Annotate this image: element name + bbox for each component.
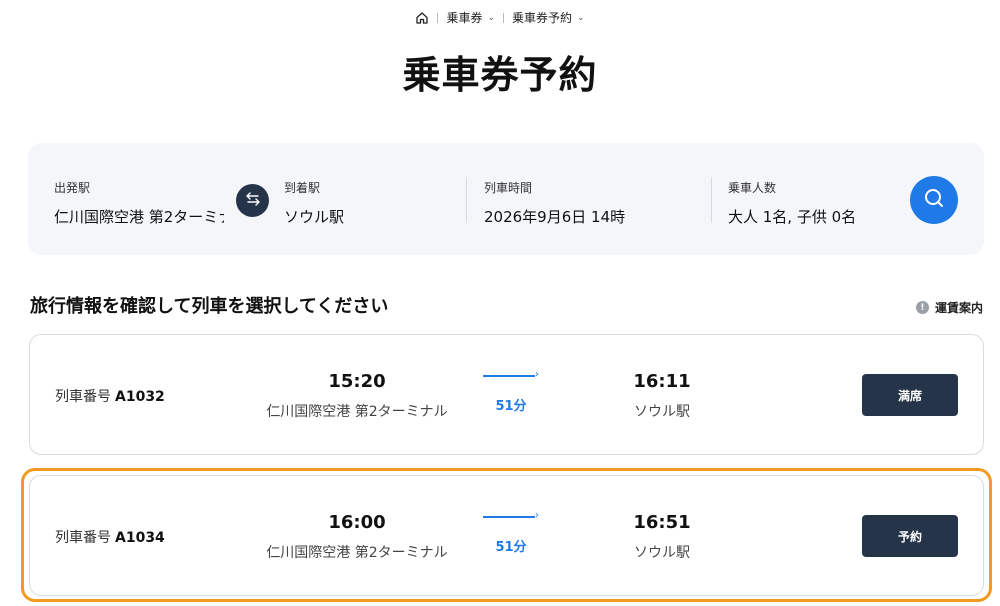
arrival-block: 16:51 ソウル駅: [601, 512, 723, 562]
arrow-right-icon: ›: [483, 370, 539, 381]
arrival-time: 16:11: [633, 371, 691, 392]
train-time-value: 2026年9月6日 14時: [484, 208, 626, 226]
departure-value: 仁川国際空港 第2ターミナル: [54, 208, 224, 226]
swap-stations-button[interactable]: [236, 184, 269, 217]
breadcrumb-item-ticket[interactable]: 乗車券 ⌄: [446, 9, 495, 26]
departure-time: 16:00: [328, 512, 386, 533]
search-button[interactable]: [910, 176, 958, 224]
field-divider: [711, 177, 712, 223]
train-number-label: 列車番号: [55, 389, 111, 405]
chevron-down-icon: ⌄: [487, 12, 495, 23]
train-card[interactable]: 列車番号 A1034 16:00 仁川国際空港 第2ターミナル › 51分 16:…: [29, 475, 984, 596]
search-icon: [923, 187, 945, 213]
breadcrumb-item-label: 乗車券: [446, 11, 483, 25]
train-number-value: A1034: [115, 530, 165, 546]
breadcrumb-item-label: 乗車券予約: [512, 11, 573, 25]
home-icon[interactable]: [415, 11, 429, 25]
sold-out-button[interactable]: 満席: [862, 374, 958, 416]
breadcrumb-separator: [437, 12, 439, 23]
arrival-block: 16:11 ソウル駅: [601, 371, 723, 421]
arrival-time: 16:51: [633, 512, 691, 533]
arrow-right-icon: ›: [483, 511, 539, 522]
train-time-label: 列車時間: [484, 181, 533, 195]
train-time-field[interactable]: 列車時間 2026年9月6日 14時: [484, 179, 684, 227]
arrival-label: 到着駅: [284, 181, 321, 195]
passenger-count-label: 乗車人数: [728, 181, 777, 195]
duration: 51分: [495, 399, 527, 414]
duration-block: › 51分: [481, 370, 541, 414]
train-number: 列車番号 A1034: [55, 527, 165, 547]
arrival-station: ソウル駅: [634, 545, 690, 561]
train-card[interactable]: 列車番号 A1032 15:20 仁川国際空港 第2ターミナル › 51分 16:…: [29, 334, 984, 455]
field-divider: [466, 177, 467, 223]
departure-station-field[interactable]: 出発駅 仁川国際空港 第2ターミナル: [54, 179, 224, 227]
arrival-station: ソウル駅: [634, 404, 690, 420]
results-heading: 旅行情報を確認して列車を選択してください: [30, 296, 389, 317]
fare-info-label: 運賃案内: [934, 301, 983, 315]
duration-block: › 51分: [481, 511, 541, 555]
train-number-label: 列車番号: [55, 530, 111, 546]
train-number: 列車番号 A1032: [55, 386, 165, 406]
departure-station: 仁川国際空港 第2ターミナル: [266, 404, 448, 420]
swap-arrows-icon: [245, 191, 261, 211]
fare-info-link[interactable]: ! 運賃案内: [915, 299, 983, 316]
departure-label: 出発駅: [54, 181, 91, 195]
duration: 51分: [495, 540, 527, 555]
departure-block: 16:00 仁川国際空港 第2ターミナル: [261, 512, 453, 562]
search-panel: 出発駅 仁川国際空港 第2ターミナル 到着駅 ソウル駅 列車時間 2026年9月…: [28, 143, 984, 255]
breadcrumb-separator: [503, 12, 504, 23]
departure-station: 仁川国際空港 第2ターミナル: [266, 545, 448, 561]
info-icon: !: [915, 301, 929, 314]
breadcrumb: 乗車券 ⌄ 乗車券予約 ⌄: [0, 9, 1000, 26]
departure-block: 15:20 仁川国際空港 第2ターミナル: [261, 371, 453, 421]
page-title: 乗車券予約: [402, 53, 598, 97]
passenger-count-field[interactable]: 乗車人数 大人 1名, 子供 0名: [728, 179, 888, 227]
arrival-value: ソウル駅: [284, 208, 345, 226]
train-number-value: A1032: [115, 389, 165, 405]
departure-time: 15:20: [328, 371, 386, 392]
breadcrumb-item-ticket-reservation[interactable]: 乗車券予約 ⌄: [512, 9, 585, 26]
chevron-down-icon: ⌄: [577, 12, 585, 23]
reserve-button[interactable]: 予約: [862, 515, 958, 557]
arrival-station-field[interactable]: 到着駅 ソウル駅: [284, 179, 444, 227]
passenger-count-value: 大人 1名, 子供 0名: [728, 208, 857, 226]
